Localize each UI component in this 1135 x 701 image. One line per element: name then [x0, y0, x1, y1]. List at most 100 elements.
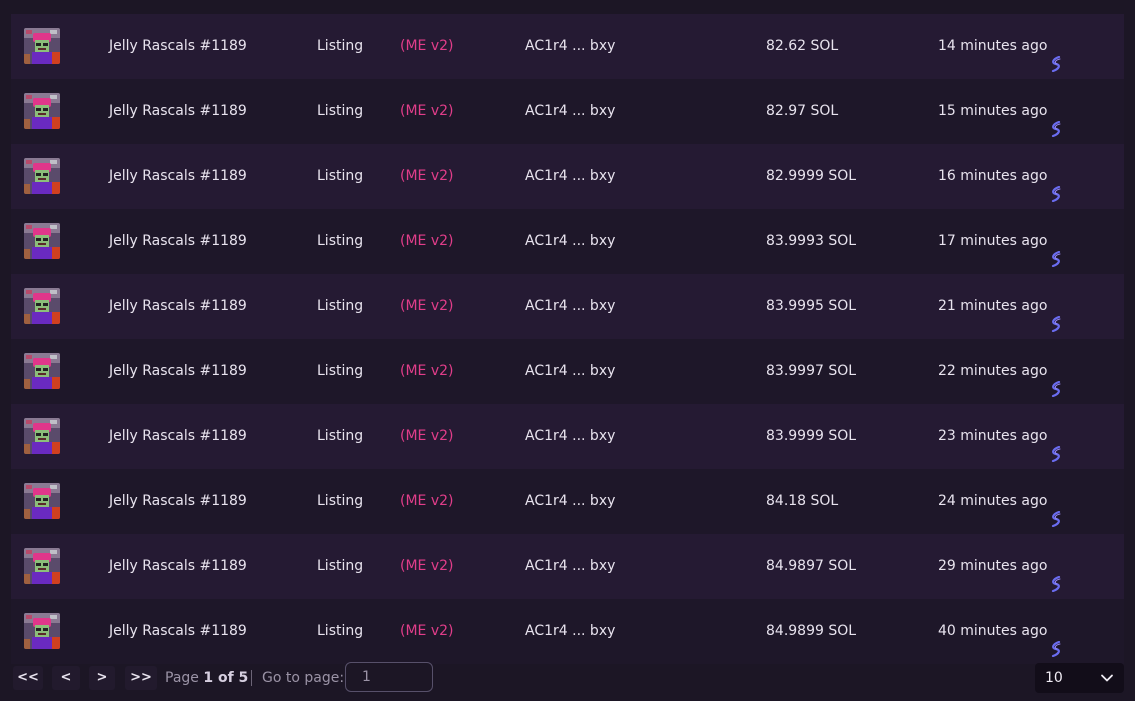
activity-row: Jelly Rascals #1189 Listing (ME v2) AC1r… [11, 599, 1124, 664]
seller-address[interactable]: AC1r4 ... bxy [525, 404, 615, 469]
seller-address[interactable]: AC1r4 ... bxy [525, 534, 615, 599]
nft-avatar-icon [24, 548, 60, 584]
time-ago-text: 15 minutes ago [938, 103, 1048, 119]
nft-thumbnail[interactable] [24, 28, 60, 64]
solana-explorer-icon[interactable] [1049, 36, 1063, 73]
nft-thumbnail[interactable] [24, 613, 60, 649]
activity-row: Jelly Rascals #1189 Listing (ME v2) AC1r… [11, 534, 1124, 599]
activity-type: Listing [317, 623, 364, 639]
marketplace-label: (ME v2) [400, 103, 454, 119]
price: 82.9999 SOL [766, 168, 857, 184]
activity-type: Listing [317, 363, 364, 379]
nft-name[interactable]: Jelly Rascals #1189 [109, 209, 247, 274]
activity-row: Jelly Rascals #1189 Listing (ME v2) AC1r… [11, 469, 1124, 534]
next-page-button[interactable]: > [89, 666, 115, 690]
time-ago: 15 minutes ago [938, 79, 1063, 144]
nft-name[interactable]: Jelly Rascals #1189 [109, 469, 247, 534]
activity-row: Jelly Rascals #1189 Listing (ME v2) AC1r… [11, 404, 1124, 469]
price: 83.9995 SOL [766, 298, 857, 314]
solana-explorer-icon[interactable] [1049, 491, 1063, 528]
nft-thumbnail[interactable] [24, 548, 60, 584]
page-size-select[interactable]: 10 [1035, 663, 1124, 693]
time-ago-text: 16 minutes ago [938, 168, 1048, 184]
page-size-value: 10 [1045, 670, 1063, 686]
goto-label: Go to page: [262, 670, 345, 686]
seller-address[interactable]: AC1r4 ... bxy [525, 209, 615, 274]
nft-name[interactable]: Jelly Rascals #1189 [109, 404, 247, 469]
nft-thumbnail[interactable] [24, 353, 60, 389]
marketplace-label: (ME v2) [400, 428, 454, 444]
first-page-button[interactable]: << [13, 666, 43, 690]
solana-explorer-icon[interactable] [1049, 166, 1063, 203]
price: 83.9993 SOL [766, 233, 857, 249]
solana-explorer-icon[interactable] [1049, 101, 1063, 138]
nft-avatar-icon [24, 288, 60, 324]
nft-avatar-icon [24, 223, 60, 259]
seller-address[interactable]: AC1r4 ... bxy [525, 144, 615, 209]
nft-name[interactable]: Jelly Rascals #1189 [109, 14, 247, 79]
time-ago: 24 minutes ago [938, 469, 1063, 534]
seller-address[interactable]: AC1r4 ... bxy [525, 469, 615, 534]
time-ago-text: 29 minutes ago [938, 558, 1048, 574]
time-ago-text: 40 minutes ago [938, 623, 1048, 639]
nft-name[interactable]: Jelly Rascals #1189 [109, 599, 247, 664]
activity-type: Listing [317, 38, 364, 54]
nft-name[interactable]: Jelly Rascals #1189 [109, 79, 247, 144]
activity-type: Listing [317, 233, 364, 249]
time-ago-text: 23 minutes ago [938, 428, 1048, 444]
time-ago: 17 minutes ago [938, 209, 1063, 274]
time-ago-text: 22 minutes ago [938, 363, 1048, 379]
nft-thumbnail[interactable] [24, 158, 60, 194]
activity-type: Listing [317, 493, 364, 509]
seller-address[interactable]: AC1r4 ... bxy [525, 339, 615, 404]
seller-address[interactable]: AC1r4 ... bxy [525, 274, 615, 339]
solana-explorer-icon[interactable] [1049, 621, 1063, 658]
time-ago: 21 minutes ago [938, 274, 1063, 339]
marketplace-label: (ME v2) [400, 558, 454, 574]
time-ago-text: 17 minutes ago [938, 233, 1048, 249]
seller-address[interactable]: AC1r4 ... bxy [525, 599, 615, 664]
nft-thumbnail[interactable] [24, 93, 60, 129]
activity-row: Jelly Rascals #1189 Listing (ME v2) AC1r… [11, 209, 1124, 274]
price: 84.9899 SOL [766, 623, 857, 639]
nft-thumbnail[interactable] [24, 418, 60, 454]
nft-name[interactable]: Jelly Rascals #1189 [109, 274, 247, 339]
price: 84.9897 SOL [766, 558, 857, 574]
solana-explorer-icon[interactable] [1049, 556, 1063, 593]
time-ago: 22 minutes ago [938, 339, 1063, 404]
pagination-bar: << < > >> Page 1 of 5 Go to page: 10 [11, 662, 1124, 694]
nft-name[interactable]: Jelly Rascals #1189 [109, 339, 247, 404]
seller-address[interactable]: AC1r4 ... bxy [525, 79, 615, 144]
time-ago: 23 minutes ago [938, 404, 1063, 469]
nft-name[interactable]: Jelly Rascals #1189 [109, 534, 247, 599]
chevron-down-icon [1101, 674, 1113, 682]
marketplace-label: (ME v2) [400, 233, 454, 249]
last-page-button[interactable]: >> [125, 666, 157, 690]
nft-thumbnail[interactable] [24, 483, 60, 519]
nft-thumbnail[interactable] [24, 223, 60, 259]
activity-type: Listing [317, 168, 364, 184]
nft-thumbnail[interactable] [24, 288, 60, 324]
solana-explorer-icon[interactable] [1049, 231, 1063, 268]
seller-address[interactable]: AC1r4 ... bxy [525, 14, 615, 79]
marketplace-label: (ME v2) [400, 493, 454, 509]
time-ago: 16 minutes ago [938, 144, 1063, 209]
activity-type: Listing [317, 103, 364, 119]
solana-explorer-icon[interactable] [1049, 361, 1063, 398]
nft-avatar-icon [24, 418, 60, 454]
activity-type: Listing [317, 428, 364, 444]
prev-page-button[interactable]: < [52, 666, 80, 690]
marketplace-label: (ME v2) [400, 38, 454, 54]
solana-explorer-icon[interactable] [1049, 296, 1063, 333]
page-word: Page [165, 670, 199, 686]
time-ago-text: 24 minutes ago [938, 493, 1048, 509]
current-page: 1 of 5 [203, 670, 249, 686]
price: 83.9997 SOL [766, 363, 857, 379]
time-ago-text: 14 minutes ago [938, 38, 1048, 54]
solana-explorer-icon[interactable] [1049, 426, 1063, 463]
nft-name[interactable]: Jelly Rascals #1189 [109, 144, 247, 209]
nft-avatar-icon [24, 93, 60, 129]
nft-avatar-icon [24, 613, 60, 649]
marketplace-label: (ME v2) [400, 623, 454, 639]
goto-page-input[interactable] [345, 662, 433, 692]
